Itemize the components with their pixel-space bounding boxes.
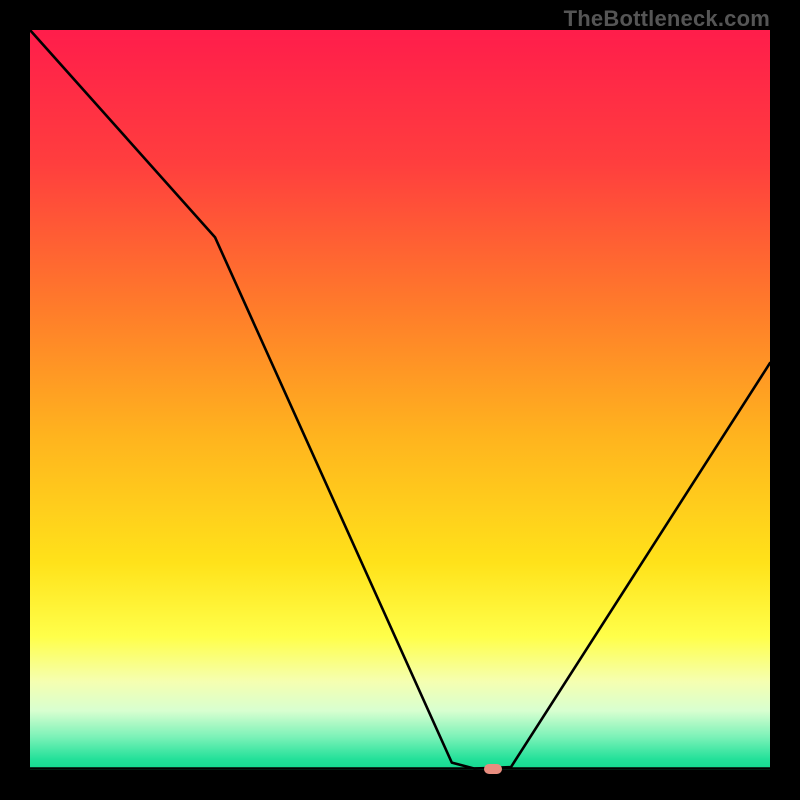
gradient-background (30, 30, 770, 770)
chart-frame: TheBottleneck.com (0, 0, 800, 800)
plot-area (30, 30, 770, 770)
optimal-point-marker (484, 764, 502, 774)
chart-svg (30, 30, 770, 770)
watermark-text: TheBottleneck.com (564, 6, 770, 32)
